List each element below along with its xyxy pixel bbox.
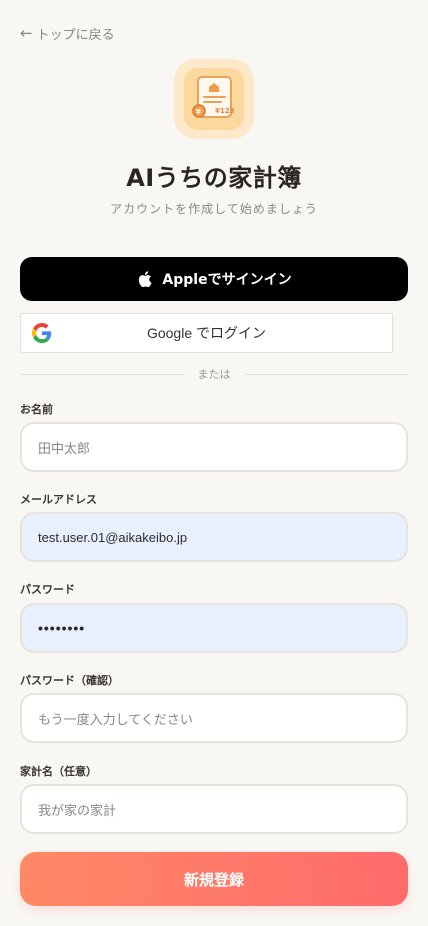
divider-text: または: [197, 368, 231, 381]
register-label: 新規登録: [183, 870, 244, 889]
password-value: ••••••••: [38, 620, 86, 636]
back-label: トップに戻る: [36, 28, 115, 43]
household-label: 家計名（任意）: [20, 765, 97, 778]
app-logo: ¥123 ¥: [174, 59, 254, 139]
svg-text:¥: ¥: [196, 108, 201, 116]
password-confirm-placeholder: もう一度入力してください: [38, 711, 193, 727]
arrow-left-icon: ←: [20, 24, 33, 42]
email-field[interactable]: test.user.01@aikakeibo.jp: [20, 512, 408, 562]
email-label: メールアドレス: [20, 493, 97, 506]
household-field[interactable]: 我が家の家計: [20, 784, 408, 834]
apple-icon: [139, 271, 153, 288]
email-value: test.user.01@aikakeibo.jp: [38, 529, 188, 545]
page-title: AIうちの家計簿: [126, 164, 302, 192]
google-icon: [32, 323, 52, 343]
logo-amount: ¥123: [215, 107, 235, 115]
household-placeholder: 我が家の家計: [38, 802, 117, 818]
apple-signin-label: Appleでサインイン: [162, 272, 292, 288]
name-label: お名前: [20, 403, 53, 416]
back-to-top-link[interactable]: ← トップに戻る: [20, 24, 115, 44]
name-placeholder: 田中太郎: [38, 440, 91, 456]
google-login-button[interactable]: Google でログイン: [20, 313, 393, 353]
page-subtitle: アカウントを作成して始めましょう: [110, 202, 318, 216]
password-confirm-label: パスワード（確認）: [20, 674, 119, 687]
apple-signin-button[interactable]: Appleでサインイン: [20, 257, 408, 301]
receipt-icon: ¥123 ¥: [192, 76, 235, 118]
register-button[interactable]: 新規登録: [20, 852, 408, 906]
or-divider: または: [20, 366, 408, 382]
google-login-label: Google でログイン: [146, 325, 267, 341]
name-field[interactable]: 田中太郎: [20, 422, 408, 472]
password-label: パスワード: [20, 583, 75, 596]
password-field[interactable]: ••••••••: [20, 603, 408, 653]
password-confirm-field[interactable]: もう一度入力してください: [20, 693, 408, 743]
